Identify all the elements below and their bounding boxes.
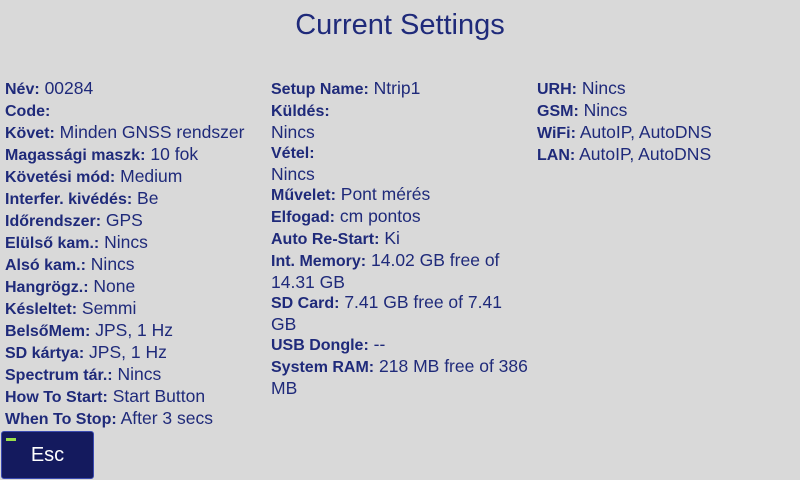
settings-column-general: Név: 00284 Code: Követ: Minden GNSS rend… <box>5 78 263 430</box>
setting-label: Művelet: <box>271 187 336 204</box>
setting-lan: LAN: AutoIP, AutoDNS <box>537 144 797 166</box>
setting-uhf: URH: Nincs <box>537 78 797 100</box>
setting-label: BelsőMem: <box>5 323 91 340</box>
setting-label: LAN: <box>537 147 576 164</box>
setting-tracking-mode: Követési mód: Medium <box>5 166 263 188</box>
setting-value: Nincs <box>271 122 315 142</box>
setting-label: WiFi: <box>537 125 576 142</box>
setting-value: Nincs <box>271 164 315 184</box>
setting-sd-card-space: SD Card: 7.41 GB free of 7.41 GB <box>271 292 531 334</box>
setting-value: 00284 <box>44 78 94 98</box>
setting-value: Medium <box>120 166 183 186</box>
setting-value: Minden GNSS rendszer <box>59 122 245 142</box>
setting-label: GSM: <box>537 103 579 120</box>
setting-label: Int. Memory: <box>271 253 367 270</box>
setting-value: -- <box>373 334 386 354</box>
setting-code: Code: <box>5 100 263 122</box>
settings-column-setup: Setup Name: Ntrip1 Küldés: Nincs Vétel: Ni… <box>271 78 531 398</box>
setting-track: Követ: Minden GNSS rendszer <box>5 122 263 144</box>
setting-label: Küldés: <box>271 103 330 120</box>
setting-when-to-stop: When To Stop: After 3 secs <box>5 408 263 430</box>
setting-gsm: GSM: Nincs <box>537 100 797 122</box>
setting-receive: Vétel: Nincs <box>271 142 531 184</box>
setting-bottom-camera: Alsó kam.: Nincs <box>5 254 263 276</box>
setting-label: SD kártya: <box>5 345 85 362</box>
setting-value: After 3 secs <box>120 408 213 428</box>
setting-internal-memory: BelsőMem: JPS, 1 Hz <box>5 320 263 342</box>
setting-spectrum-storage: Spectrum tár.: Nincs <box>5 364 263 386</box>
setting-label: Alsó kam.: <box>5 257 86 274</box>
setting-label: URH: <box>537 81 577 98</box>
setting-value: Nincs <box>104 232 148 252</box>
setting-value: Be <box>137 188 159 208</box>
setting-label: Vétel: <box>271 145 315 162</box>
setting-value: JPS, 1 Hz <box>95 320 174 340</box>
setting-value: Ki <box>384 228 400 248</box>
setting-system-ram: System RAM: 218 MB free of 386 MB <box>271 356 531 398</box>
setting-label: Elfogad: <box>271 209 335 226</box>
setting-int-memory: Int. Memory: 14.02 GB free of 14.31 GB <box>271 250 531 292</box>
setting-value: None <box>93 276 136 296</box>
setting-label: SD Card: <box>271 295 340 312</box>
setting-label: Követ: <box>5 125 55 142</box>
setting-value: Nincs <box>90 254 135 274</box>
setting-label: Code: <box>5 103 51 120</box>
setting-label: Setup Name: <box>271 81 369 98</box>
setting-label: Auto Re-Start: <box>271 231 380 248</box>
setting-value: cm pontos <box>339 206 421 226</box>
setting-value: Nincs <box>117 364 162 384</box>
setting-value: JPS, 1 Hz <box>89 342 167 362</box>
setting-label: Hangrögz.: <box>5 279 89 296</box>
setting-sd-card: SD kártya: JPS, 1 Hz <box>5 342 263 364</box>
setting-time-system: Időrendszer: GPS <box>5 210 263 232</box>
setting-label: Időrendszer: <box>5 213 102 230</box>
setting-label: How To Start: <box>5 389 108 406</box>
setting-label: Magassági maszk: <box>5 147 146 164</box>
setting-operation: Művelet: Pont mérés <box>271 184 531 206</box>
esc-button[interactable]: Esc <box>1 431 94 479</box>
setting-transmit: Küldés: Nincs <box>271 100 531 142</box>
setting-value: Semmi <box>81 298 137 318</box>
setting-wifi: WiFi: AutoIP, AutoDNS <box>537 122 797 144</box>
esc-button-label: Esc <box>30 443 65 466</box>
setting-voice-recording: Hangrögz.: None <box>5 276 263 298</box>
setting-label: Követési mód: <box>5 169 116 186</box>
setting-value: Ntrip1 <box>373 78 421 98</box>
setting-label: System RAM: <box>271 359 375 376</box>
setting-elevation-mask: Magassági maszk: 10 fok <box>5 144 263 166</box>
setting-label: Interfer. kivédés: <box>5 191 133 208</box>
setting-interference-rejection: Interfer. kivédés: Be <box>5 188 263 210</box>
setting-value: Pont mérés <box>340 184 431 204</box>
setting-usb-dongle: USB Dongle: -- <box>271 334 531 356</box>
setting-value: GPS <box>105 210 143 230</box>
setting-value: Nincs <box>581 78 626 98</box>
settings-column-connections: URH: Nincs GSM: Nincs WiFi: AutoIP, Auto… <box>537 78 797 166</box>
setting-delay: Késleltet: Semmi <box>5 298 263 320</box>
status-indicator <box>6 438 16 441</box>
setting-setup-name: Setup Name: Ntrip1 <box>271 78 531 100</box>
setting-name: Név: 00284 <box>5 78 263 100</box>
setting-accept: Elfogad: cm pontos <box>271 206 531 228</box>
setting-label: Spectrum tár.: <box>5 367 113 384</box>
setting-label: Név: <box>5 81 40 98</box>
setting-auto-restart: Auto Re-Start: Ki <box>271 228 531 250</box>
setting-label: USB Dongle: <box>271 337 369 354</box>
page-title: Current Settings <box>295 9 505 41</box>
setting-value: Start Button <box>112 386 206 406</box>
setting-value: AutoIP, AutoDNS <box>579 144 712 164</box>
setting-label: Elülső kam.: <box>5 235 100 252</box>
setting-front-camera: Elülső kam.: Nincs <box>5 232 263 254</box>
setting-how-to-start: How To Start: Start Button <box>5 386 263 408</box>
setting-value: 10 fok <box>150 144 199 164</box>
setting-label: When To Stop: <box>5 411 117 428</box>
setting-value: AutoIP, AutoDNS <box>579 122 712 142</box>
setting-value: Nincs <box>583 100 628 120</box>
setting-label: Késleltet: <box>5 301 78 318</box>
